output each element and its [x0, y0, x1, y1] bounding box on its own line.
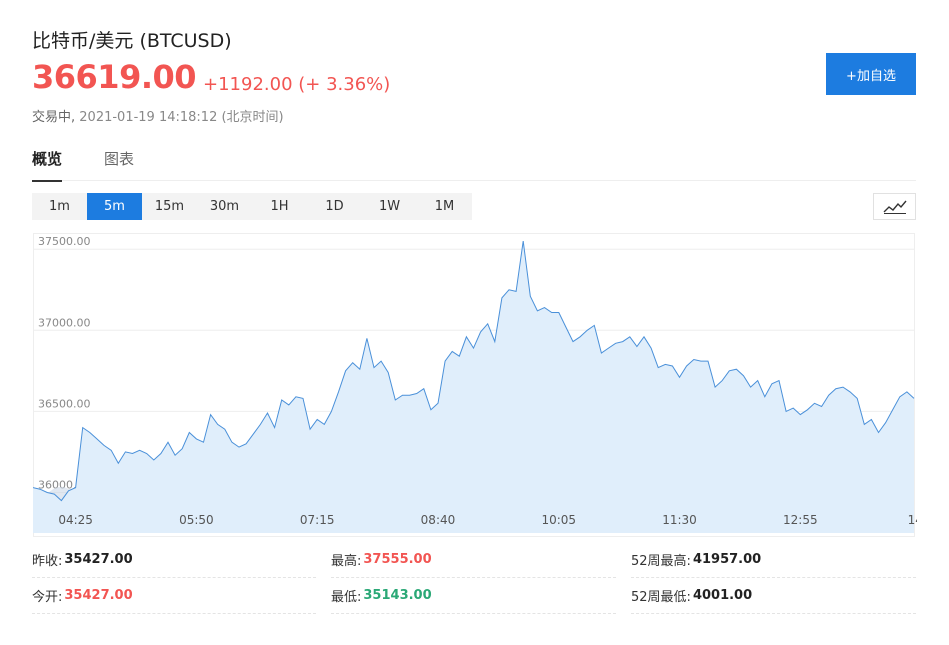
- stat-label: 52周最低:: [631, 590, 691, 605]
- y-tick-label: 37000.00: [38, 316, 91, 329]
- period-1m[interactable]: 1m: [32, 193, 87, 220]
- market-status: 交易中, 2021-01-19 14:18:12 (北京时间): [32, 106, 284, 125]
- period-30m[interactable]: 30m: [197, 193, 252, 220]
- stat-label: 52周最高:: [631, 554, 691, 569]
- x-tick-label: 04:25: [58, 513, 93, 527]
- period-15m[interactable]: 15m: [142, 193, 197, 220]
- period-1mo[interactable]: 1M: [417, 193, 472, 220]
- period-1w[interactable]: 1W: [362, 193, 417, 220]
- stat-label: 最低:: [331, 590, 362, 605]
- stat-value: 35143.00: [363, 588, 432, 603]
- x-tick-label: 08:40: [421, 513, 456, 527]
- stat-value: 41957.00: [692, 552, 762, 567]
- x-tick-label: 10:05: [541, 513, 576, 527]
- y-tick-label: 37500.00: [38, 235, 91, 248]
- price-chart-svg: 37500.0037000.0036500.0036000.00华尔街见闻04:…: [33, 233, 917, 537]
- x-tick-label: 11:30: [662, 513, 697, 527]
- stat-high: 最高: 37555.00: [331, 542, 616, 578]
- stat-52w-high: 52周最高: 41957.00: [631, 542, 916, 578]
- stat-52w-low: 52周最低: 4001.00: [631, 578, 916, 614]
- stat-value: 37555.00: [363, 552, 432, 567]
- stat-label: 今开:: [32, 590, 63, 605]
- instrument-title: 比特币/美元 (BTCUSD): [32, 30, 232, 52]
- stat-label: 昨收:: [32, 554, 63, 569]
- period-1h[interactable]: 1H: [252, 193, 307, 220]
- stat-prev-close: 昨收: 35427.00: [32, 542, 316, 578]
- tab-overview[interactable]: 概览: [32, 148, 63, 182]
- y-tick-label: 36500.00: [38, 397, 91, 410]
- x-tick-label: 14:2: [908, 513, 917, 527]
- x-tick-label: 07:15: [300, 513, 335, 527]
- stat-label: 最高:: [331, 554, 362, 569]
- x-tick-label: 12:55: [783, 513, 818, 527]
- price-chart[interactable]: 37500.0037000.0036500.0036000.00华尔街见闻04:…: [33, 233, 917, 538]
- tab-bar: 概览 图表: [32, 148, 916, 182]
- period-5m[interactable]: 5m: [87, 193, 142, 220]
- x-tick-label: 05:50: [179, 513, 214, 527]
- line-chart-icon: [883, 200, 907, 214]
- stat-low: 最低: 35143.00: [331, 578, 616, 614]
- tab-chart[interactable]: 图表: [104, 148, 134, 181]
- period-selector: 1m 5m 15m 30m 1H 1D 1W 1M: [32, 193, 472, 220]
- trading-status: 交易中,: [32, 110, 76, 125]
- stat-value: 4001.00: [692, 588, 753, 603]
- chart-type-button[interactable]: [873, 193, 916, 220]
- stat-value: 35427.00: [64, 588, 133, 603]
- add-to-watchlist-button[interactable]: +加自选: [826, 53, 916, 95]
- stat-open: 今开: 35427.00: [32, 578, 316, 614]
- last-price: 36619.00: [32, 58, 197, 96]
- period-1d[interactable]: 1D: [307, 193, 362, 220]
- quote-timestamp: 2021-01-19 14:18:12 (北京时间): [79, 110, 284, 125]
- price-change: +1192.00 (+ 3.36%): [203, 74, 391, 95]
- stat-value: 35427.00: [64, 552, 133, 567]
